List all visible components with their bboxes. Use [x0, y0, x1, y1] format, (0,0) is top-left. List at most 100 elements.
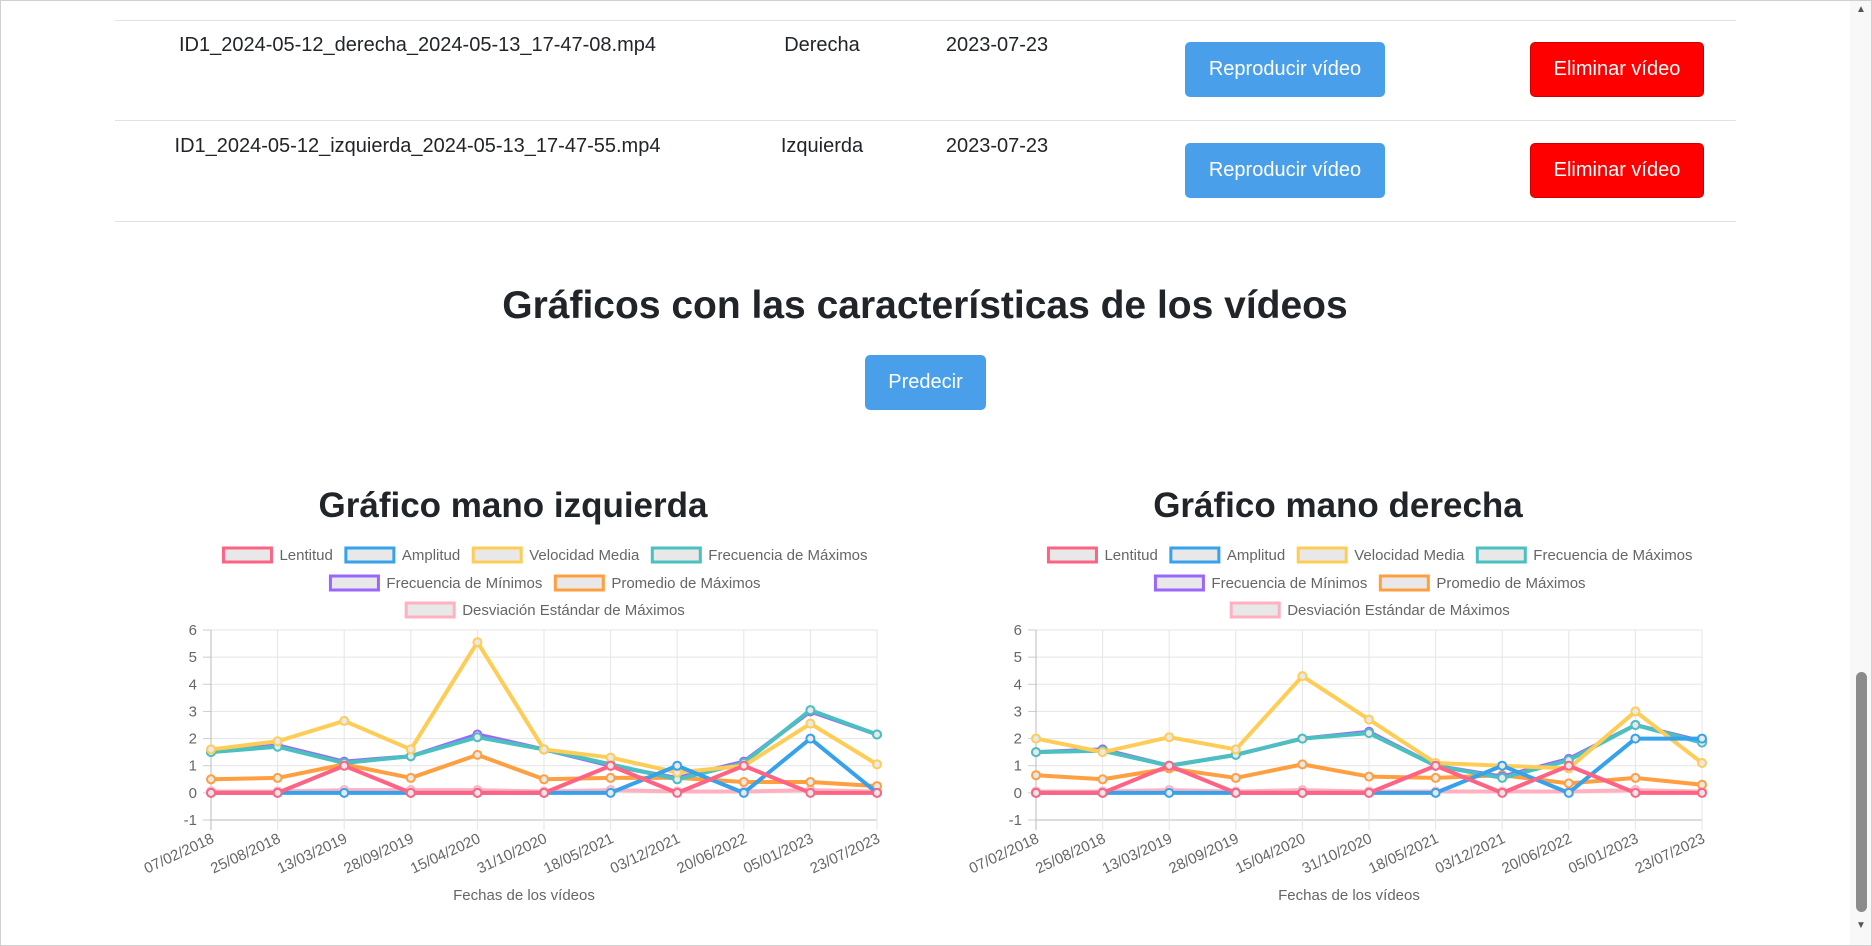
data-point[interactable]	[272, 736, 283, 747]
data-point[interactable]	[472, 732, 483, 743]
data-point[interactable]	[1230, 744, 1241, 755]
data-point[interactable]	[1164, 787, 1175, 798]
legend-item-promedio-de-maximos[interactable]: Promedio de Máximos	[1378, 574, 1586, 592]
legend-item-velocidad-media[interactable]: Velocidad Media	[1296, 546, 1465, 564]
data-point[interactable]	[805, 787, 816, 798]
data-point[interactable]	[472, 749, 483, 760]
legend-item-lentitud[interactable]: Lentitud	[1046, 546, 1158, 564]
legend-item-frecuencia-de-maximos[interactable]: Frecuencia de Máximos	[1475, 546, 1693, 564]
delete-video-button[interactable]: Eliminar vídeo	[1530, 42, 1704, 97]
scrollbar-thumb[interactable]	[1856, 672, 1867, 912]
x-tick-label: 07/02/2018	[966, 830, 1041, 877]
data-point[interactable]	[1563, 787, 1574, 798]
legend-item-velocidad-media[interactable]: Velocidad Media	[471, 546, 640, 564]
legend-item-amplitud[interactable]: Amplitud	[344, 546, 460, 564]
data-point[interactable]	[472, 637, 483, 648]
legend-item-promedio-de-maximos[interactable]: Promedio de Máximos	[553, 574, 761, 592]
data-point[interactable]	[1563, 778, 1574, 789]
legend-item-desviacion-estandar-de-maximos[interactable]: Desviación Estándar de Máximos	[1229, 601, 1510, 619]
data-point[interactable]	[1630, 787, 1641, 798]
predict-button[interactable]: Predecir	[865, 355, 986, 410]
data-point[interactable]	[1031, 733, 1041, 744]
data-point[interactable]	[1097, 774, 1108, 785]
data-point[interactable]	[872, 787, 882, 798]
data-point[interactable]	[405, 772, 416, 783]
data-point[interactable]	[339, 787, 350, 798]
data-point[interactable]	[1563, 760, 1574, 771]
data-point[interactable]	[1031, 787, 1041, 798]
legend-item-desviacion-estandar-de-maximos[interactable]: Desviación Estándar de Máximos	[404, 601, 685, 619]
data-point[interactable]	[1630, 772, 1641, 783]
data-point[interactable]	[206, 744, 216, 755]
scroll-down-icon[interactable]: ▼	[1855, 920, 1867, 931]
data-point[interactable]	[1697, 733, 1707, 744]
data-point[interactable]	[339, 760, 350, 771]
data-point[interactable]	[605, 772, 616, 783]
data-point[interactable]	[738, 777, 749, 787]
data-point[interactable]	[872, 759, 882, 770]
data-point[interactable]	[1297, 671, 1308, 682]
legend-item-frecuencia-de-maximos[interactable]: Frecuencia de Máximos	[650, 546, 868, 564]
data-point[interactable]	[1697, 787, 1707, 798]
data-point[interactable]	[1364, 771, 1374, 782]
data-point[interactable]	[1031, 770, 1041, 781]
data-point[interactable]	[738, 760, 749, 771]
data-point[interactable]	[1630, 720, 1641, 730]
data-point[interactable]	[1297, 733, 1308, 744]
data-point[interactable]	[1497, 772, 1508, 783]
data-point[interactable]	[405, 744, 416, 755]
data-point[interactable]	[1230, 772, 1241, 783]
data-point[interactable]	[539, 774, 549, 785]
data-point[interactable]	[1230, 787, 1241, 798]
data-point[interactable]	[1097, 747, 1108, 758]
data-point[interactable]	[1430, 772, 1441, 783]
data-point[interactable]	[1364, 728, 1374, 739]
data-point[interactable]	[1364, 714, 1374, 725]
legend-item-frecuencia-de-minimos[interactable]: Frecuencia de Mínimos	[328, 574, 542, 592]
data-point[interactable]	[1164, 732, 1175, 743]
scroll-up-icon[interactable]: ▲	[1855, 4, 1867, 15]
data-point[interactable]	[1097, 787, 1108, 798]
data-point[interactable]	[1697, 758, 1707, 768]
delete-video-button[interactable]: Eliminar vídeo	[1530, 143, 1704, 198]
data-point[interactable]	[738, 787, 749, 798]
data-point[interactable]	[605, 787, 616, 798]
data-point[interactable]	[339, 715, 350, 726]
data-point[interactable]	[472, 787, 483, 798]
data-point[interactable]	[206, 774, 216, 785]
data-point[interactable]	[1364, 787, 1374, 798]
data-point[interactable]	[272, 787, 283, 798]
data-point[interactable]	[1430, 787, 1441, 798]
legend-item-frecuencia-de-minimos[interactable]: Frecuencia de Mínimos	[1153, 574, 1367, 592]
data-point[interactable]	[405, 787, 416, 798]
data-point[interactable]	[1430, 760, 1441, 771]
data-point[interactable]	[1630, 733, 1641, 744]
data-point[interactable]	[1031, 747, 1041, 758]
data-point[interactable]	[1164, 760, 1175, 771]
data-point[interactable]	[1497, 787, 1508, 798]
data-point[interactable]	[805, 733, 816, 744]
data-point[interactable]	[1297, 759, 1308, 770]
data-point[interactable]	[605, 752, 616, 763]
data-point[interactable]	[1697, 779, 1707, 790]
data-point[interactable]	[1497, 760, 1508, 771]
data-point[interactable]	[605, 760, 616, 771]
play-video-button[interactable]: Reproducir vídeo	[1185, 143, 1385, 198]
data-point[interactable]	[805, 777, 816, 787]
data-point[interactable]	[539, 744, 549, 755]
data-point[interactable]	[672, 787, 683, 798]
scrollbar[interactable]: ▲ ▼	[1850, 0, 1872, 946]
data-point[interactable]	[272, 772, 283, 783]
data-point[interactable]	[672, 760, 683, 771]
data-point[interactable]	[805, 718, 816, 729]
play-video-button[interactable]: Reproducir vídeo	[1185, 42, 1385, 97]
legend-item-lentitud[interactable]: Lentitud	[221, 546, 333, 564]
data-point[interactable]	[1297, 787, 1308, 798]
data-point[interactable]	[206, 787, 216, 798]
data-point[interactable]	[872, 729, 882, 740]
left-hand-chart: Lentitud Amplitud Velocidad Media Frecuenci…	[141, 546, 883, 904]
legend-item-amplitud[interactable]: Amplitud	[1169, 546, 1285, 564]
data-point[interactable]	[805, 705, 816, 716]
data-point[interactable]	[539, 787, 549, 798]
data-point[interactable]	[1630, 706, 1641, 717]
